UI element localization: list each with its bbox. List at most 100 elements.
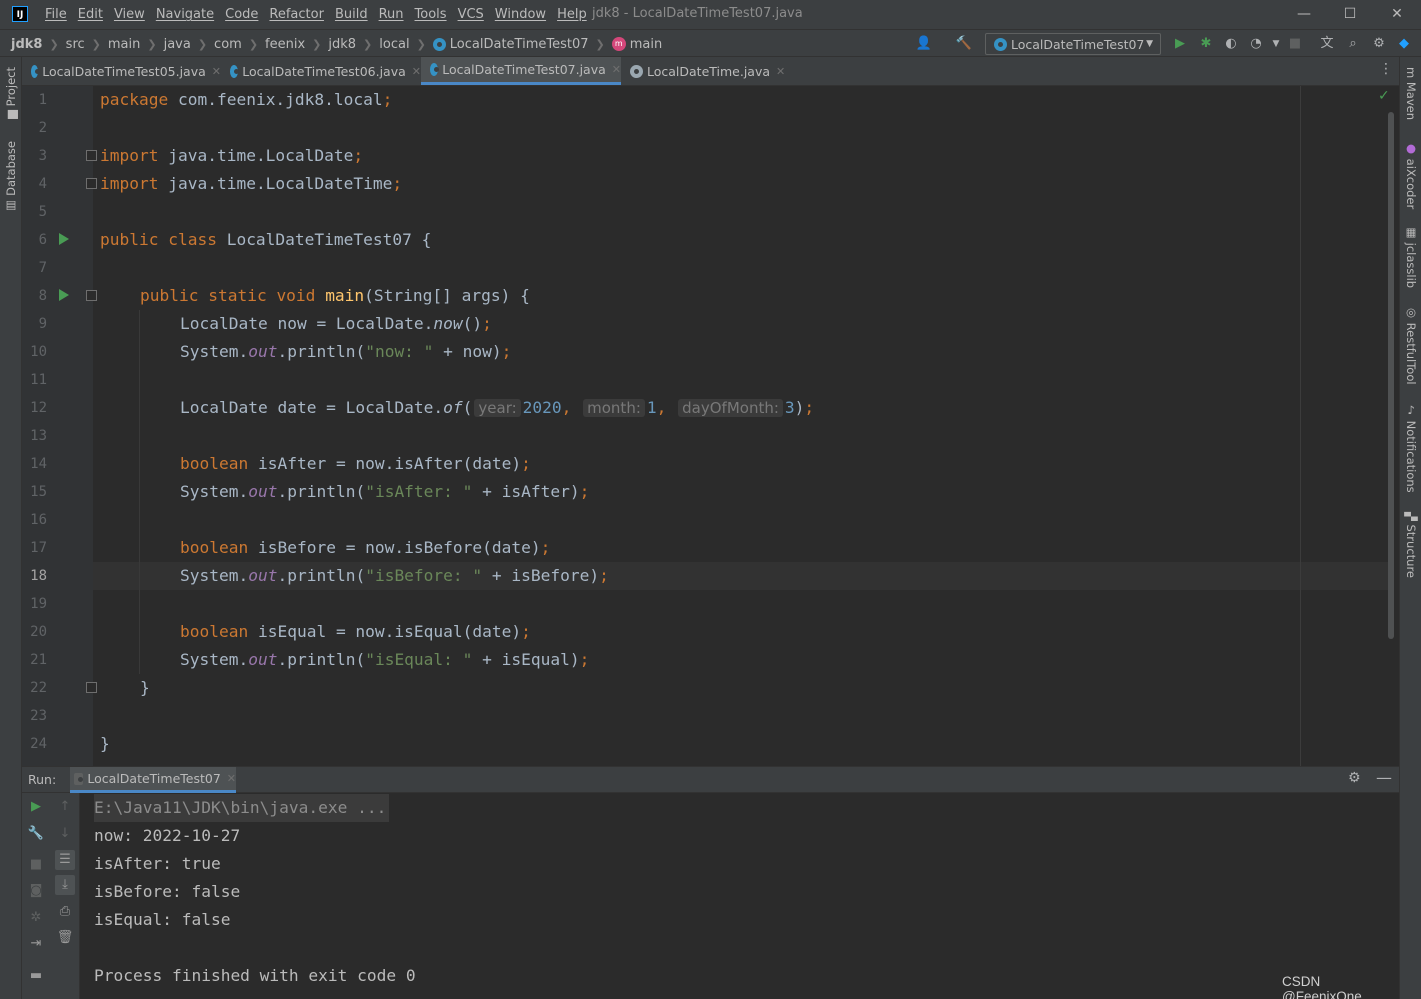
minimize-button[interactable]: — [1281, 0, 1327, 29]
search-icon[interactable]: ⌕ [1343, 34, 1363, 54]
menu-tools[interactable]: Tools [415, 7, 447, 22]
wrench-icon[interactable]: 🔧 [26, 824, 46, 844]
settings-gear-icon[interactable]: ⚙ [1369, 34, 1389, 54]
up-arrow-icon[interactable]: ↑ [55, 797, 75, 817]
menu-edit[interactable]: Edit [78, 7, 103, 22]
code-line-12: LocalDate date = LocalDate.of(year: 2020,… [180, 398, 815, 417]
menu-navigate[interactable]: Navigate [156, 7, 214, 22]
structure-tool-button[interactable]: ▞ Structure [1404, 512, 1418, 578]
code-line-18: System.out.println("isBefore: " + isBefo… [180, 566, 609, 585]
close-button[interactable]: ✕ [1374, 0, 1420, 29]
fold-method-icon[interactable] [86, 290, 97, 301]
rerun-icon[interactable]: ▶ [26, 797, 46, 817]
restfultool-tool-button[interactable]: ◎ RestfulTool [1404, 305, 1418, 385]
aixcoder-tool-button[interactable]: ● aiXcoder [1404, 141, 1418, 209]
breadcrumb-jdk8[interactable]: jdk8 [11, 37, 42, 52]
scroll-to-end-icon[interactable]: ⤓ [55, 875, 75, 895]
trash-icon[interactable]: 🗑 [55, 928, 75, 948]
print-icon[interactable]: ⎙ [55, 902, 75, 922]
menu-refactor[interactable]: Refactor [269, 7, 324, 22]
close-tab-icon[interactable]: ✕ [212, 65, 221, 78]
more-tabs-icon[interactable]: ⋮ [1379, 61, 1393, 77]
code-line-10: System.out.println("now: " + now); [180, 342, 512, 361]
jclasslib-tool-button[interactable]: ▦ jclasslib [1404, 225, 1418, 288]
run-tab[interactable]: LocalDateTimeTest07 ✕ [70, 767, 236, 793]
chevron-right-icon: ❯ [312, 37, 322, 51]
run-configuration-select[interactable]: LocalDateTimeTest07 ▼ [985, 33, 1161, 55]
fold-end-icon[interactable] [86, 178, 97, 189]
user-icon[interactable]: 👤 [914, 34, 934, 54]
editor-scrollbar[interactable] [1388, 112, 1394, 639]
breadcrumb-feenix[interactable]: feenix [265, 37, 305, 52]
debug-gear-icon[interactable]: ✲ [26, 908, 46, 928]
fold-imports-icon[interactable] [86, 150, 97, 161]
no-problems-check-icon[interactable]: ✓ [1378, 88, 1390, 104]
layout-icon[interactable]: ▬ [26, 966, 46, 986]
navigation-bar: jdk8 ❯ src ❯ main ❯ java ❯ com ❯ feenix ❯ jdk8… [0, 29, 1421, 57]
tab-localdatetime[interactable]: LocalDateTime.java ✕ [621, 57, 791, 85]
run-class-gutter-icon[interactable] [59, 233, 69, 245]
fold-end-icon[interactable] [86, 682, 97, 693]
camera-icon[interactable]: ◙ [26, 881, 46, 901]
notifications-tool-button[interactable]: ♪ Notifications [1404, 403, 1418, 493]
close-tab-icon[interactable]: ✕ [227, 772, 236, 785]
exit-icon[interactable]: ⇥ [26, 934, 46, 954]
breadcrumb-method[interactable]: main [630, 37, 662, 52]
maven-tool-button[interactable]: m Maven [1404, 67, 1418, 120]
menu-window[interactable]: Window [495, 7, 546, 22]
console-output[interactable]: E:\Java11\JDK\bin\java.exe ... now: 2022… [80, 793, 1399, 999]
project-tool-button[interactable]: ▆ Project [4, 67, 18, 119]
menu-file[interactable]: File [45, 7, 67, 22]
tab-localdatetimetest07[interactable]: LocalDateTimeTest07.java ✕ [421, 57, 621, 85]
console-command-line[interactable]: E:\Java11\JDK\bin\java.exe ... [94, 794, 390, 822]
line-number: 5 [38, 204, 47, 220]
menu-build[interactable]: Build [335, 7, 368, 22]
intellij-logo-icon[interactable]: IJ [12, 6, 28, 22]
soft-wrap-icon[interactable]: ☰ [55, 850, 75, 870]
tab-localdatetimetest06[interactable]: LocalDateTimeTest06.java ✕ [221, 57, 421, 85]
run-settings-gear-icon[interactable]: ⚙ [1348, 770, 1361, 786]
more-run-chevron-icon[interactable]: ▼ [1266, 34, 1286, 54]
menu-help[interactable]: Help [557, 7, 587, 22]
debug-icon[interactable]: ✱ [1196, 34, 1216, 54]
stop-icon[interactable]: ■ [1285, 34, 1305, 54]
code-line-6: public class LocalDateTimeTest07 { [100, 230, 432, 249]
breadcrumb-local[interactable]: local [379, 37, 409, 52]
down-arrow-icon[interactable]: ↓ [55, 824, 75, 844]
coverage-icon[interactable]: ◐ [1221, 34, 1241, 54]
breadcrumb-com[interactable]: com [214, 37, 242, 52]
class-icon [230, 64, 240, 78]
watermark: CSDN @FeenixOne [1282, 974, 1362, 999]
database-tool-button[interactable]: ▤ Database [4, 141, 18, 214]
toolbox-icon[interactable]: ◆ [1394, 34, 1414, 54]
breadcrumb-class[interactable]: LocalDateTimeTest07 [450, 37, 589, 52]
close-tab-icon[interactable]: ✕ [412, 65, 421, 78]
run-main-gutter-icon[interactable] [59, 289, 69, 301]
breadcrumb-main[interactable]: main [108, 37, 140, 52]
breadcrumb-java[interactable]: java [164, 37, 191, 52]
tab-localdatetimetest05[interactable]: LocalDateTimeTest05.java ✕ [22, 57, 221, 85]
chevron-right-icon: ❯ [416, 37, 426, 51]
hide-panel-icon[interactable]: — [1376, 768, 1392, 787]
profile-icon[interactable]: ◔ [1246, 34, 1266, 54]
menu-vcs[interactable]: VCS [458, 7, 484, 22]
stop-icon[interactable]: ■ [26, 855, 46, 875]
line-number: 4 [38, 176, 47, 192]
breadcrumb-src[interactable]: src [66, 37, 85, 52]
menu-view[interactable]: View [114, 7, 145, 22]
menu-run[interactable]: Run [379, 7, 404, 22]
maximize-button[interactable]: ☐ [1327, 0, 1373, 29]
line-number: 2 [38, 120, 47, 136]
line-number: 13 [30, 428, 47, 444]
menu-code[interactable]: Code [225, 7, 258, 22]
structure-icon: ▞ [1404, 512, 1418, 525]
breadcrumb-jdk8-pkg[interactable]: jdk8 [328, 37, 356, 52]
translate-icon[interactable]: 文 [1317, 34, 1337, 54]
close-tab-icon[interactable]: ✕ [612, 63, 621, 76]
code-editor[interactable]: 1 2 3 4 5 6 7 8 9 10 11 12 13 14 15 16 1… [22, 86, 1399, 766]
run-icon[interactable]: ▶ [1170, 34, 1190, 54]
build-hammer-icon[interactable]: 🔨 [954, 34, 974, 54]
close-tab-icon[interactable]: ✕ [776, 65, 785, 78]
code-line-14: boolean isAfter = now.isAfter(date); [180, 454, 531, 473]
run-panel-header: Run: LocalDateTimeTest07 ✕ ⚙ — [22, 766, 1399, 793]
